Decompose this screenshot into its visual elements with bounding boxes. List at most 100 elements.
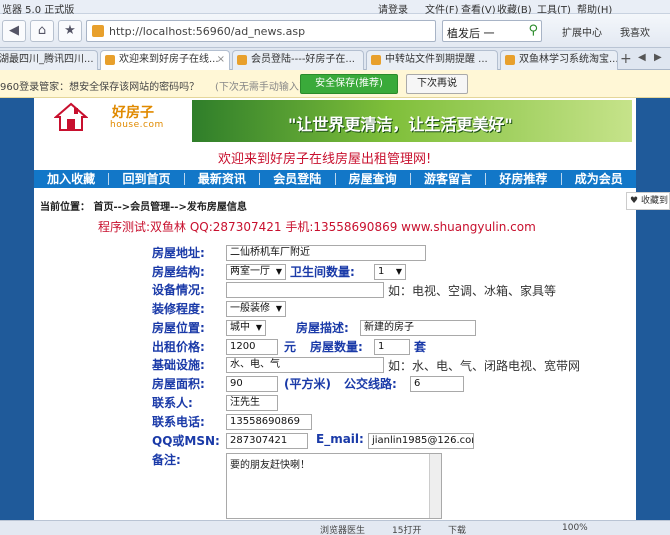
structure-value: 两室一厅	[230, 266, 270, 277]
chevron-down-icon: ▼	[255, 323, 262, 332]
bathroom-label: 卫生间数量:	[290, 265, 355, 279]
position-select[interactable]: 城中 ▼	[226, 320, 266, 336]
decoration-value: 一般装修	[230, 303, 270, 314]
chevron-down-icon: ▼	[275, 267, 282, 276]
save-password-button[interactable]: 安全保存(推荐)	[300, 74, 398, 94]
qq-input[interactable]: 287307421	[226, 433, 308, 449]
extensions-link[interactable]: 扩展中心	[562, 24, 602, 39]
side-favorite-label: 收藏到	[640, 196, 668, 206]
close-tab-icon[interactable]: ×	[217, 51, 225, 69]
like-link[interactable]: 我喜欢	[620, 24, 650, 39]
search-box[interactable]: 植发后 一 ⚲	[442, 20, 542, 42]
desc-input[interactable]: 新建的房子	[360, 320, 476, 336]
bathroom-value: 1	[378, 266, 385, 277]
nav-house-search[interactable]: 房屋查询	[336, 170, 410, 188]
bus-label: 公交线路:	[344, 377, 397, 391]
status-download[interactable]: 下载	[448, 523, 466, 535]
nav-divider	[485, 173, 487, 185]
phone-label: 联系电话:	[152, 415, 205, 429]
remark-textarea[interactable]: 要的朋友赶快喇！	[226, 453, 442, 519]
home-icon[interactable]: ⌂	[30, 20, 54, 42]
infra-input[interactable]: 水、电、气	[226, 357, 384, 373]
address-bar[interactable]: http://localhost:56960/ad_news.asp	[86, 20, 436, 42]
remark-value: 要的朋友赶快喇！	[230, 460, 310, 471]
qty-input[interactable]: 1	[374, 339, 410, 355]
position-value: 城中	[230, 322, 250, 333]
desc-label: 房屋描述:	[296, 321, 349, 335]
tab-transfer[interactable]: 中转站文件到期提醒 ...	[366, 50, 498, 70]
page-content: 好房子 house.com "让世界更清洁，让生活更美好" 欢迎来到好房子在线房…	[0, 98, 670, 520]
price-label: 出租价格:	[152, 340, 205, 354]
area-input[interactable]: 90	[226, 376, 278, 392]
tab-house-welcome[interactable]: 欢迎来到好房子在线... ×	[100, 50, 230, 70]
welcome-text: 欢迎来到好房子在线房屋出租管理网!	[218, 152, 432, 167]
search-icon[interactable]: ⚲	[528, 23, 538, 38]
breadcrumb: 当前位置： 首页-->会员管理-->发布房屋信息	[40, 202, 247, 213]
search-query: 植发后 一	[447, 27, 495, 40]
textarea-scrollbar[interactable]	[429, 454, 441, 518]
tab-label: 欢迎来到好房子在线...	[119, 54, 219, 65]
email-label: E_mail:	[316, 432, 364, 446]
email-input[interactable]: jianlin1985@126.com	[368, 433, 474, 449]
status-zoom[interactable]: 100%	[562, 523, 588, 533]
qq-label: QQ或MSN:	[152, 434, 220, 448]
later-button[interactable]: 下次再说	[406, 74, 468, 94]
tab-shuangyulin[interactable]: 双鱼林学习系统淘宝...	[500, 50, 618, 70]
price-unit: 元	[284, 340, 297, 354]
nav-register[interactable]: 成为会员	[562, 170, 636, 188]
nav-divider	[334, 173, 336, 185]
tab-scroll-right-icon[interactable]: ▶	[654, 52, 662, 63]
tab-sichuan[interactable]: 湖最四川_腾讯四川...	[0, 50, 98, 70]
tab-scroll-left-icon[interactable]: ◀	[638, 52, 646, 63]
tab-favicon	[371, 55, 381, 65]
contact-input[interactable]: 汪先生	[226, 395, 278, 411]
tab-favicon	[105, 55, 115, 65]
status-doctor[interactable]: 浏览器医生	[320, 523, 365, 535]
nav-divider	[183, 173, 185, 185]
nav-divider	[108, 173, 110, 185]
chevron-down-icon: ▼	[395, 267, 402, 276]
side-favorite-button[interactable]: ♥ 收藏到	[626, 192, 670, 210]
site-logo[interactable]: 好房子 house.com	[54, 100, 184, 134]
browser-toolbar: ◀ ⌂ ★ http://localhost:56960/ad_news.asp…	[0, 14, 670, 48]
tab-label: 会员登陆----好房子在...	[251, 54, 355, 65]
site-nav: 加入收藏 回到首页 最新资讯 会员登陆 房屋查询 游客留言 好房推荐 成为会员	[34, 170, 636, 188]
title-bar: 览器 5.0 正式版 请登录 文件(F) 查看(V) 收藏(B) 工具(T) 帮…	[0, 0, 670, 16]
tab-label: 中转站文件到期提醒 ...	[385, 54, 488, 65]
nav-home[interactable]: 回到首页	[109, 170, 183, 188]
tab-member-login[interactable]: 会员登陆----好房子在...	[232, 50, 364, 70]
tab-label: 湖最四川_腾讯四川...	[0, 54, 94, 65]
logo-sub: house.com	[110, 120, 164, 130]
password-prompt-hint: (下次无需手动输入)	[215, 82, 303, 93]
tab-favicon	[237, 55, 247, 65]
password-prompt-bar: 960登录管家：想安全保存该网站的密码吗？ (下次无需手动输入) 安全保存(推荐…	[0, 70, 670, 98]
phone-input[interactable]: 13558690869	[226, 414, 312, 430]
structure-select[interactable]: 两室一厅 ▼	[226, 264, 286, 280]
chevron-down-icon: ▼	[275, 304, 282, 313]
right-border	[636, 98, 670, 520]
decoration-select[interactable]: 一般装修 ▼	[226, 301, 286, 317]
area-unit: (平方米)	[284, 377, 331, 391]
bathroom-select[interactable]: 1 ▼	[374, 264, 406, 280]
favorite-star-icon[interactable]: ★	[58, 20, 82, 42]
tab-favicon	[505, 55, 515, 65]
nav-recommend[interactable]: 好房推荐	[486, 170, 560, 188]
nav-divider	[259, 173, 261, 185]
logo-name: 好房子	[112, 105, 154, 121]
back-icon[interactable]: ◀	[2, 20, 26, 42]
status-open[interactable]: 15打开	[392, 523, 421, 535]
infra-note: 如：水、电、气、闭路电视、宽带网	[388, 359, 581, 373]
bus-input[interactable]: 6	[410, 376, 464, 392]
nav-news[interactable]: 最新资讯	[185, 170, 259, 188]
nav-member-login[interactable]: 会员登陆	[260, 170, 334, 188]
left-border	[0, 98, 34, 520]
nav-divider	[560, 173, 562, 185]
nav-guestbook[interactable]: 游客留言	[411, 170, 485, 188]
facilities-input[interactable]	[226, 282, 384, 298]
price-input[interactable]: 1200	[226, 339, 278, 355]
nav-add-favorite[interactable]: 加入收藏	[34, 170, 108, 188]
address-input[interactable]: 二仙桥机车厂附近	[226, 245, 426, 261]
position-label: 房屋位置:	[152, 321, 205, 335]
new-tab-icon[interactable]: +	[620, 51, 632, 67]
facilities-label: 设备情况:	[152, 283, 205, 297]
